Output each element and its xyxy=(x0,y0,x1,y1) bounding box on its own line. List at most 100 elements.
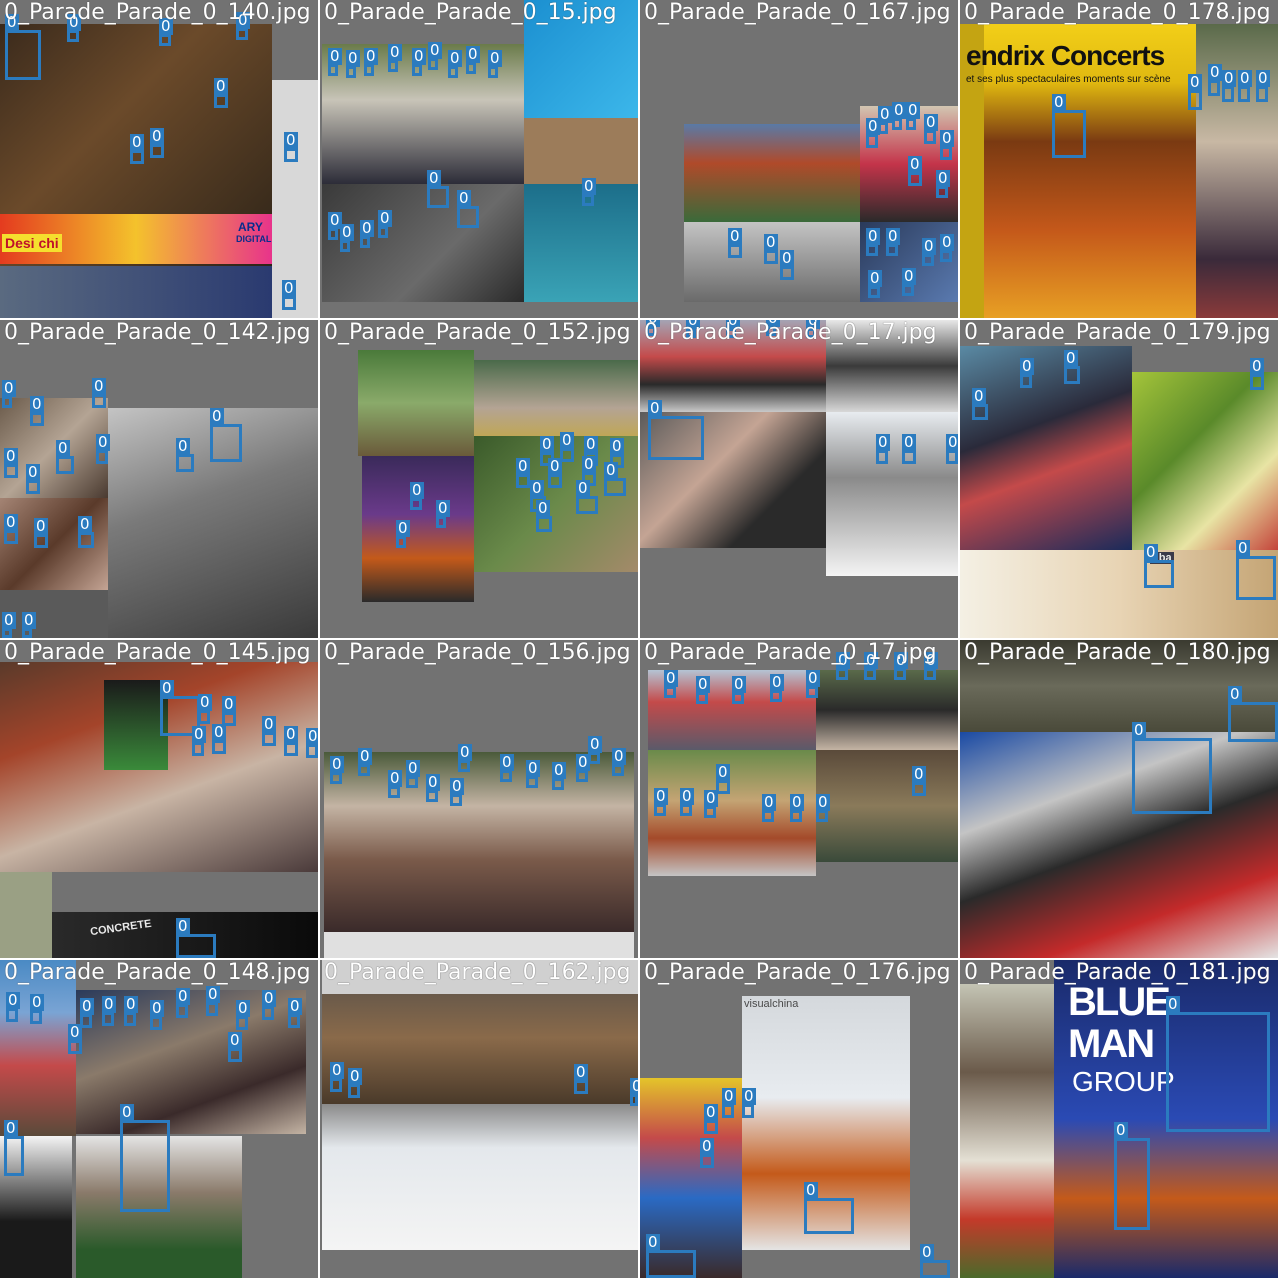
class-label: 0 xyxy=(282,279,296,297)
class-label: 0 xyxy=(427,169,441,187)
detection-box: 0 xyxy=(732,676,746,704)
class-label: 0 xyxy=(732,675,746,693)
detection-box: 0 xyxy=(604,462,626,496)
class-label: 0 xyxy=(364,47,378,65)
tile-13: 0_Parade_Parade_0_148.jpg 0 0 0 0 0 0 0 … xyxy=(0,960,318,1278)
detection-box: 0 xyxy=(388,44,402,72)
detection-box: 0 xyxy=(946,434,958,464)
class-label: 0 xyxy=(26,463,40,481)
class-label: 0 xyxy=(924,113,938,131)
detection-box: 0 xyxy=(704,790,718,818)
photo xyxy=(0,266,272,318)
tile-3: 0_Parade_Parade_0_167.jpg 0 0 0 0 0 0 0 … xyxy=(640,0,958,318)
tile-title: 0_Parade_Parade_0_162.jpg xyxy=(324,960,631,985)
class-label: 0 xyxy=(288,997,302,1015)
class-label: 0 xyxy=(908,155,922,173)
class-label: 0 xyxy=(410,481,424,499)
detection-box: 0 xyxy=(680,788,694,816)
photo xyxy=(826,412,958,576)
detection-box: 0 xyxy=(790,794,804,822)
tile-10: 0_Parade_Parade_0_156.jpg 0 0 0 0 0 0 0 … xyxy=(320,640,638,958)
class-label: 0 xyxy=(340,223,354,241)
detection-box: 0 xyxy=(68,1024,82,1054)
detection-box: 0 xyxy=(816,794,830,822)
class-label: 0 xyxy=(466,45,480,63)
class-label: 0 xyxy=(936,169,950,187)
detection-box: 0 xyxy=(972,388,988,420)
detection-box: 0 xyxy=(728,228,742,258)
class-label: 0 xyxy=(4,513,18,531)
class-label: 0 xyxy=(78,515,92,533)
detection-box: 0 xyxy=(448,50,462,78)
class-label: 0 xyxy=(450,777,464,795)
class-label: 0 xyxy=(1132,721,1146,739)
class-label: 0 xyxy=(284,725,298,743)
class-label: 0 xyxy=(780,249,794,267)
detection-box: 0 xyxy=(150,1000,164,1030)
tile-8: uba 0_Parade_Parade_0_179.jpg 0 0 0 0 0 … xyxy=(960,320,1278,638)
class-label: 0 xyxy=(34,517,48,535)
detection-box: 0 xyxy=(576,754,590,782)
detection-box: 0 xyxy=(228,1032,242,1062)
detection-box: 0 xyxy=(358,748,372,776)
class-label: 0 xyxy=(378,209,392,227)
detection-box: 0 xyxy=(552,762,566,790)
class-label: 0 xyxy=(406,759,420,777)
class-label: 0 xyxy=(868,269,882,287)
class-label: 0 xyxy=(150,127,164,145)
class-label: 0 xyxy=(804,1181,818,1199)
class-label: 0 xyxy=(212,723,226,741)
photo-text: Desi chi xyxy=(2,234,62,252)
class-label: 0 xyxy=(582,455,596,473)
detection-box: 0 xyxy=(130,134,144,164)
tile-title: 0_Parade_Parade_0_152.jpg xyxy=(324,320,631,345)
detection-box: 0 xyxy=(1188,74,1202,110)
class-label: 0 xyxy=(940,233,954,251)
class-label: 0 xyxy=(328,47,342,65)
class-label: 0 xyxy=(2,611,16,629)
detection-box: 0 xyxy=(1052,94,1086,158)
detection-box: 0 xyxy=(1222,70,1236,102)
class-label: 0 xyxy=(262,715,276,733)
detection-box: 0 xyxy=(124,996,138,1026)
class-label: 0 xyxy=(6,991,20,1009)
class-label: 0 xyxy=(722,1087,736,1105)
tile-1: Desi chi ARY DIGITAL 0_Parade_Parade_0_1… xyxy=(0,0,318,318)
tile-5: 0_Parade_Parade_0_142.jpg 0 0 0 0 0 0 0 … xyxy=(0,320,318,638)
detection-box: 0 xyxy=(500,754,514,782)
class-label: 0 xyxy=(22,611,36,629)
detection-box: 0 xyxy=(866,118,880,148)
detection-box: 0 xyxy=(360,220,374,248)
detection-box: 0 xyxy=(940,234,954,262)
tile-12: 0_Parade_Parade_0_180.jpg 0 0 xyxy=(960,640,1278,958)
detection-box: 0 xyxy=(892,102,906,130)
class-label: 0 xyxy=(530,479,544,497)
class-label: 0 xyxy=(150,999,164,1017)
detection-box: 0 xyxy=(878,106,892,134)
class-label: 0 xyxy=(30,395,44,413)
detection-box: 0 xyxy=(868,270,882,298)
class-label: 0 xyxy=(388,769,402,787)
photo-text: BLUE xyxy=(1068,980,1171,1024)
detection-box: 0 xyxy=(328,48,342,76)
tile-title: 0_Parade_Parade_0_181.jpg xyxy=(964,960,1271,985)
detection-box: 0 xyxy=(4,1120,24,1176)
class-label: 0 xyxy=(582,177,596,195)
detection-box: 0 xyxy=(159,18,173,46)
class-label: 0 xyxy=(946,433,958,451)
tile-title: 0_Parade_Parade_0_179.jpg xyxy=(964,320,1271,345)
class-label: 0 xyxy=(500,753,514,771)
detection-box: 0 xyxy=(428,42,442,70)
class-label: 0 xyxy=(1238,69,1252,87)
detection-box: 0 xyxy=(536,500,552,532)
tile-title: 0_Parade_Parade_0_167.jpg xyxy=(644,0,951,25)
class-label: 0 xyxy=(770,673,784,691)
tile-7: 0_Parade_Parade_0_17.jpg 0 0 0 0 0 0 0 0… xyxy=(640,320,958,638)
class-label: 0 xyxy=(96,433,110,451)
detection-box: 0 xyxy=(284,132,298,162)
photo xyxy=(0,960,76,1136)
detection-box: 0 xyxy=(1020,358,1034,388)
class-label: 0 xyxy=(192,725,206,743)
class-label: 0 xyxy=(790,793,804,811)
detection-box: 0 xyxy=(630,1078,638,1106)
